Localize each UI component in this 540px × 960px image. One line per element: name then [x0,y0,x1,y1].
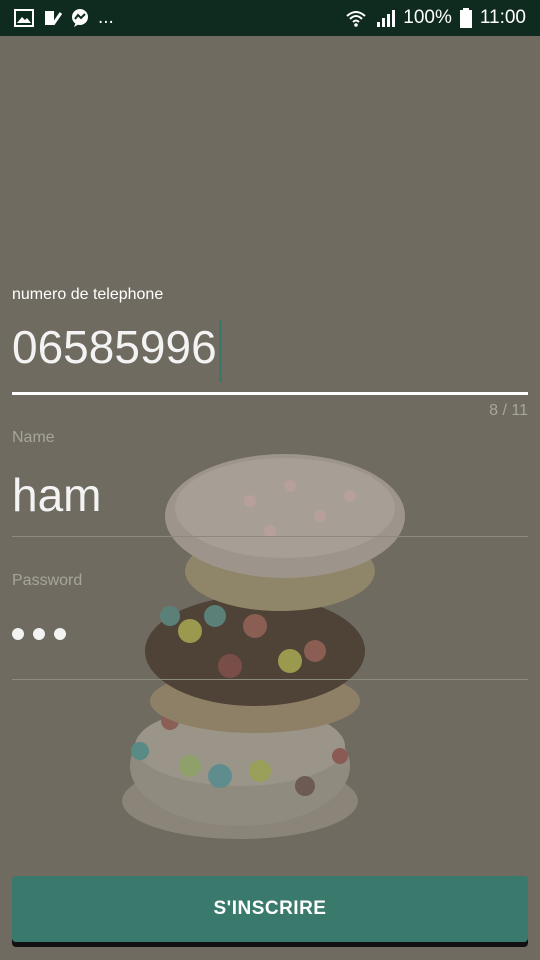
password-underline [12,679,528,680]
signup-button[interactable]: S'INSCRIRE [12,876,528,942]
name-underline [12,536,528,537]
battery-icon [459,8,472,28]
phone-value: 06585996 [12,321,217,374]
password-dot [12,628,24,640]
status-bar-left: ... [14,7,114,29]
wifi-icon [346,11,366,27]
name-value: ham [12,469,102,521]
signal-icon [377,10,396,27]
phone-underline [12,392,528,395]
status-bar-right: 100% 11:00 [345,7,526,29]
gallery-icon [14,9,34,27]
battery-percent: 100% [403,7,452,28]
check-list-icon [45,11,62,26]
text-cursor [218,320,222,382]
name-label: Name [12,429,55,446]
phone-input[interactable]: 06585996 [12,320,222,382]
name-input[interactable]: ham [12,468,101,522]
more-notifications: ... [98,7,114,28]
password-dot [54,628,66,640]
cupcakes-illustration [122,454,405,839]
messenger-icon [72,9,88,27]
status-bar: ... 100% 11:00 [0,0,540,36]
phone-label: numero de telephone [12,286,164,303]
phone-char-counter: 8 / 11 [489,402,528,419]
password-label: Password [12,572,83,589]
password-input[interactable] [12,628,66,640]
password-dot [33,628,45,640]
clock: 11:00 [479,7,526,28]
